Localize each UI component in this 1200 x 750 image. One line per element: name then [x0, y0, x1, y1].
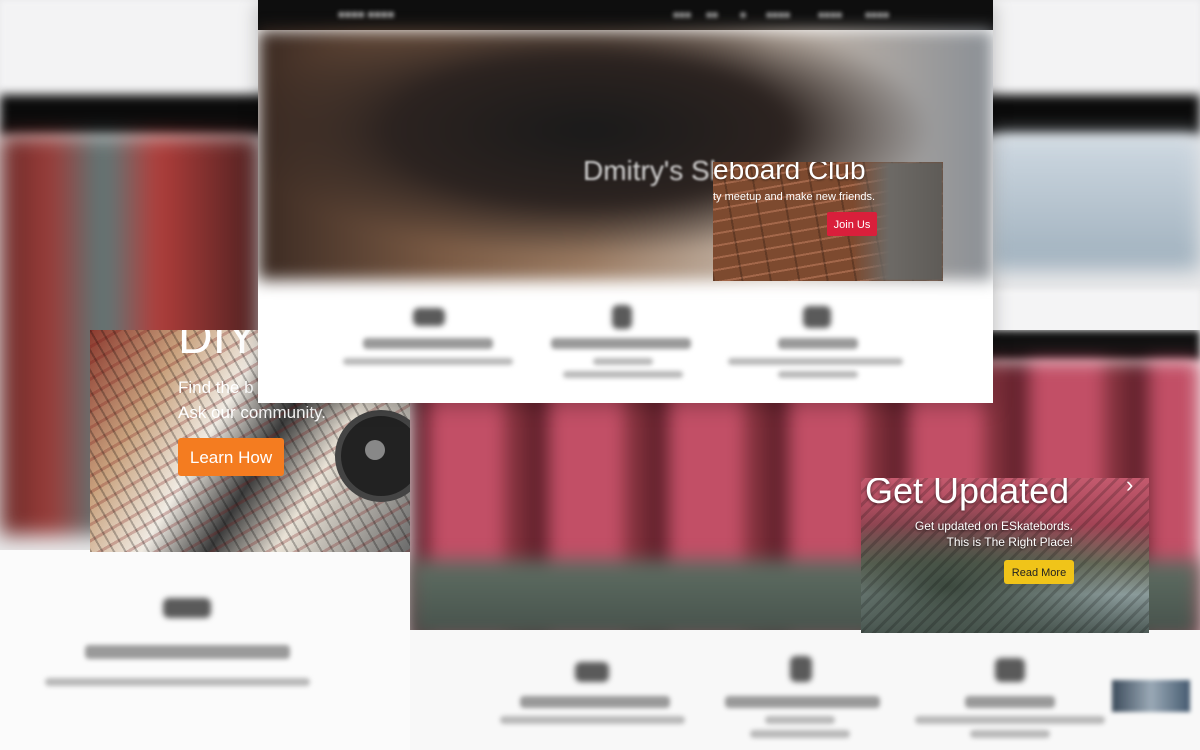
feature-heading-blur	[363, 338, 493, 349]
carousel-slide-get-updated: Get Updated Get updated on ESkatebords. …	[861, 478, 1149, 633]
slide-text-line2: This is The Right Place!	[946, 535, 1074, 549]
feature-text-blur	[728, 358, 903, 365]
nav-item-blur: ■■	[706, 10, 719, 21]
feature-text-blur	[750, 730, 850, 738]
feature-heading-blur	[778, 338, 858, 349]
nav-item-blur: ■■■■	[865, 10, 890, 21]
megaphone-icon	[803, 306, 831, 328]
feature-text-blur	[500, 716, 685, 724]
nav-item-blur: ■■■■	[766, 10, 791, 21]
nav-item-blur: ■	[740, 10, 747, 21]
hero-text-line1: Find the b	[178, 378, 254, 397]
nav-item-blur: ■■■■	[818, 10, 843, 21]
hero-text-line2: Ask our community.	[178, 403, 327, 422]
feature-text-blur	[765, 716, 835, 724]
screenshot-preview-club: ■■■■ ■■■■ ■■■ ■■ ■ ■■■■ ■■■■ ■■■■ Dmitry…	[258, 0, 993, 403]
slide-title: eboard Club	[713, 162, 866, 185]
chevron-right-icon[interactable]: ›	[1126, 478, 1133, 498]
feature-text-blur	[970, 730, 1050, 738]
feature-heading-blur	[965, 696, 1055, 708]
background-feature-section	[0, 550, 410, 750]
nav-item-blur: ■■■	[673, 10, 692, 21]
wheel-hub	[365, 440, 385, 460]
slide-title: Get Updated	[865, 478, 1070, 511]
feature-text-blur	[778, 371, 858, 378]
feature-text-blur	[343, 358, 513, 365]
read-more-button[interactable]: Read More	[1004, 560, 1074, 584]
navbar: ■■■■ ■■■■ ■■■ ■■ ■ ■■■■ ■■■■ ■■■■	[258, 0, 993, 30]
features-section	[410, 630, 1200, 750]
feature-text-blur	[593, 358, 653, 365]
slide-subtitle: ty meetup and make new friends.	[713, 191, 876, 203]
feature-heading-blur	[520, 696, 670, 708]
feature-heading-blur	[551, 338, 691, 349]
nav-brand-blur: ■■■■ ■■■■	[338, 9, 395, 21]
feature-text-blur	[45, 678, 310, 686]
carousel-slide-club: eboard Club ty meetup and make new frien…	[713, 162, 943, 281]
skateboard-icon	[790, 656, 812, 682]
handshake-icon	[575, 662, 609, 682]
skateboard-icon	[612, 305, 632, 329]
background-right-hero	[990, 135, 1200, 270]
feature-heading-blur	[85, 645, 290, 659]
handshake-icon	[413, 308, 445, 326]
feature-text-blur	[915, 716, 1105, 724]
handshake-icon	[163, 598, 211, 618]
megaphone-icon	[995, 658, 1025, 682]
feature-heading-blur	[725, 696, 880, 708]
join-us-button[interactable]: Join Us	[827, 212, 877, 236]
hero-title-blur: Dmitry's Sk	[583, 155, 724, 186]
thumbnail-image	[1112, 680, 1190, 712]
learn-how-button[interactable]: Learn How	[178, 438, 284, 476]
slide-text-line1: Get updated on ESkatebords.	[914, 519, 1073, 533]
feature-text-blur	[563, 371, 683, 378]
hero-title: DIY	[178, 330, 259, 364]
